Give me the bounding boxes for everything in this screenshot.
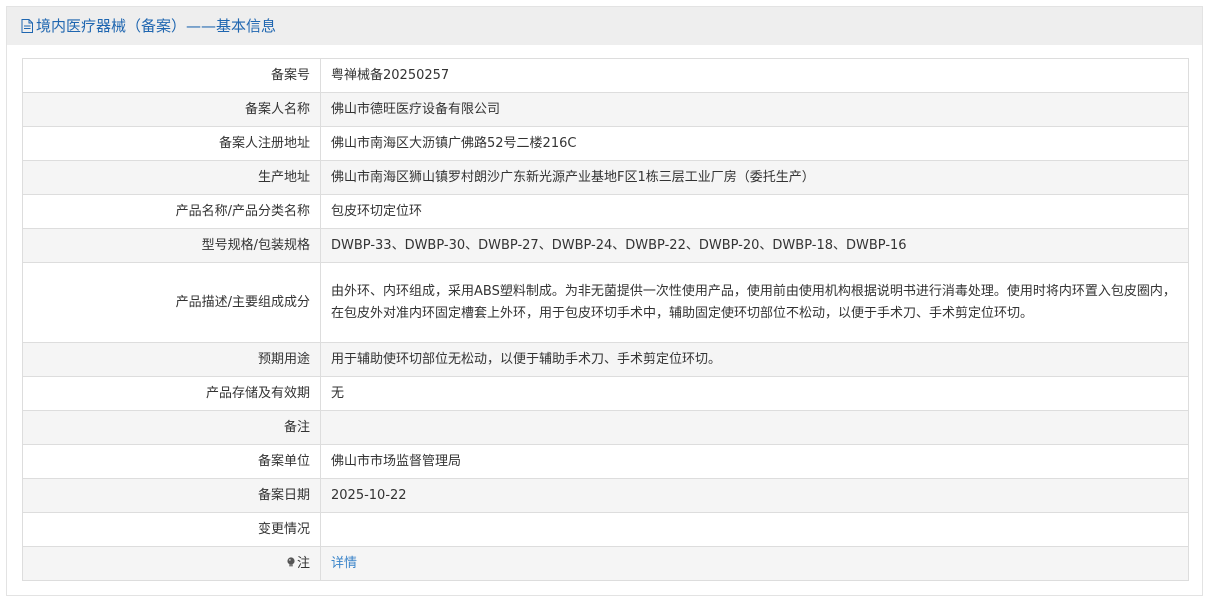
row-value: 佛山市南海区大沥镇广佛路52号二楼216C xyxy=(320,126,1189,161)
row-label: 生产地址 xyxy=(22,160,321,195)
table-row: 生产地址 佛山市南海区狮山镇罗村朗沙广东新光源产业基地F区1栋三层工业厂房（委托… xyxy=(22,160,1189,195)
row-label: 备案单位 xyxy=(22,444,321,479)
row-label: 备案日期 xyxy=(22,478,321,513)
table-row: 型号规格/包装规格 DWBP-33、DWBP-30、DWBP-27、DWBP-2… xyxy=(22,228,1189,263)
table-row: 产品名称/产品分类名称 包皮环切定位环 xyxy=(22,194,1189,229)
row-label: 预期用途 xyxy=(22,342,321,377)
row-value: 2025-10-22 xyxy=(320,478,1189,513)
table-row: 备案人注册地址 佛山市南海区大沥镇广佛路52号二楼216C xyxy=(22,126,1189,161)
row-value xyxy=(320,512,1189,547)
row-label: 产品存储及有效期 xyxy=(22,376,321,411)
table-row: 预期用途 用于辅助使环切部位无松动，以便于辅助手术刀、手术剪定位环切。 xyxy=(22,342,1189,377)
row-label: 产品描述/主要组成成分 xyxy=(22,262,321,343)
table-row: 产品存储及有效期 无 xyxy=(22,376,1189,411)
table-row: 变更情况 xyxy=(22,512,1189,547)
note-value-cell: 详情 xyxy=(320,546,1189,581)
row-label: 型号规格/包装规格 xyxy=(22,228,321,263)
row-label: 备案人名称 xyxy=(22,92,321,127)
table-row: 产品描述/主要组成成分 由外环、内环组成，采用ABS塑料制成。为非无菌提供一次性… xyxy=(22,262,1189,343)
row-value: 佛山市南海区狮山镇罗村朗沙广东新光源产业基地F区1栋三层工业厂房（委托生产） xyxy=(320,160,1189,195)
info-table: 备案号 粤禅械备20250257 备案人名称 佛山市德旺医疗设备有限公司 备案人… xyxy=(22,58,1189,581)
row-value: DWBP-33、DWBP-30、DWBP-27、DWBP-24、DWBP-22、… xyxy=(320,228,1189,263)
table-row: 备案号 粤禅械备20250257 xyxy=(22,58,1189,93)
row-value: 佛山市市场监督管理局 xyxy=(320,444,1189,479)
details-link[interactable]: 详情 xyxy=(331,556,357,571)
row-value: 佛山市德旺医疗设备有限公司 xyxy=(320,92,1189,127)
table-row: 备案日期 2025-10-22 xyxy=(22,478,1189,513)
table-row-note: 注 详情 xyxy=(22,546,1189,581)
row-value: 用于辅助使环切部位无松动，以便于辅助手术刀、手术剪定位环切。 xyxy=(320,342,1189,377)
info-panel: 境内医疗器械（备案）——基本信息 备案号 粤禅械备20250257 备案人名称 … xyxy=(6,6,1203,596)
row-label: 备案人注册地址 xyxy=(22,126,321,161)
note-label: 注 xyxy=(296,555,310,571)
note-label-cell: 注 xyxy=(22,546,321,581)
row-value: 由外环、内环组成，采用ABS塑料制成。为非无菌提供一次性使用产品，使用前由使用机… xyxy=(320,262,1189,343)
table-row: 备注 xyxy=(22,410,1189,445)
row-value: 包皮环切定位环 xyxy=(320,194,1189,229)
row-label: 产品名称/产品分类名称 xyxy=(22,194,321,229)
row-value: 粤禅械备20250257 xyxy=(320,58,1189,93)
lightbulb-icon xyxy=(286,554,296,566)
table-row: 备案人名称 佛山市德旺医疗设备有限公司 xyxy=(22,92,1189,127)
page-title: 境内医疗器械（备案）——基本信息 xyxy=(36,17,277,35)
panel-header: 境内医疗器械（备案）——基本信息 xyxy=(7,7,1202,45)
row-value: 无 xyxy=(320,376,1189,411)
row-label: 备注 xyxy=(22,410,321,445)
row-value xyxy=(320,410,1189,445)
row-label: 变更情况 xyxy=(22,512,321,547)
table-row: 备案单位 佛山市市场监督管理局 xyxy=(22,444,1189,479)
row-label: 备案号 xyxy=(22,58,321,93)
document-icon xyxy=(21,19,33,33)
